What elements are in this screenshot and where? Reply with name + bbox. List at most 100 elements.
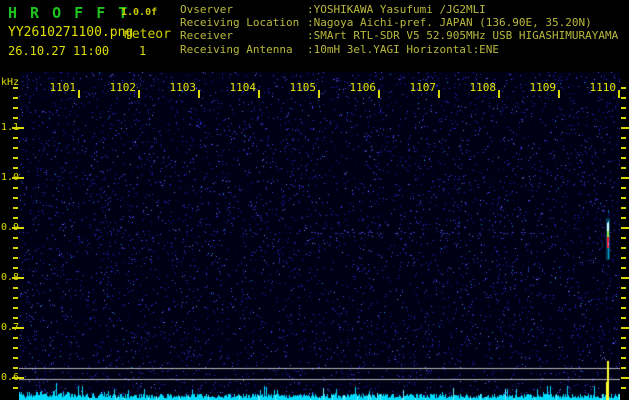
time-tick-label: 1109 (529, 81, 557, 94)
freq-minor-tick-right (621, 337, 626, 339)
freq-minor-tick-left (13, 307, 18, 309)
output-filename: YY2610271100.png (8, 25, 134, 40)
freq-minor-tick-right (621, 197, 626, 199)
freq-minor-tick-left (13, 107, 18, 109)
time-tick (78, 90, 80, 98)
freq-minor-tick-left (13, 147, 18, 149)
freq-major-tick-left (12, 277, 24, 279)
app-version: 1.0.0f (121, 7, 158, 18)
freq-minor-tick-right (621, 247, 626, 249)
time-tick-label: 1110 (589, 81, 617, 94)
freq-minor-tick-left (13, 157, 18, 159)
station-info-label: Receiving Location (180, 16, 300, 30)
freq-minor-tick-right (621, 237, 626, 239)
freq-minor-tick-right (621, 207, 626, 209)
time-tick-label: 1107 (409, 81, 437, 94)
freq-major-tick-left (12, 377, 24, 379)
station-info-value: :YOSHIKAWA Yasufumi /JG2MLI (307, 3, 486, 16)
freq-minor-tick-right (621, 147, 626, 149)
freq-minor-tick-right (621, 217, 626, 219)
freq-minor-tick-right (621, 117, 626, 119)
freq-minor-tick-left (13, 267, 18, 269)
station-info-row: Ovserver :YOSHIKAWA Yasufumi /JG2MLI (180, 3, 618, 16)
time-tick-label: 1101 (49, 81, 77, 94)
freq-minor-tick-left (13, 387, 18, 389)
freq-minor-tick-left (13, 257, 18, 259)
time-tick-label: 1102 (109, 81, 137, 94)
freq-minor-tick-left (13, 97, 18, 99)
app-title: H R O F F T (8, 4, 130, 22)
freq-minor-tick-right (621, 287, 626, 289)
freq-minor-tick-right (621, 97, 626, 99)
time-tick-label: 1104 (229, 81, 257, 94)
mode-label: meteor (124, 27, 171, 42)
time-tick (138, 90, 140, 98)
freq-major-tick-left (12, 177, 24, 179)
hrofft-window: H R O F F T 1.0.0f YY2610271100.png mete… (0, 0, 629, 400)
station-info-row: Receiving Location :Nagoya Aichi-pref. JA… (180, 16, 618, 29)
time-tick (558, 90, 560, 98)
datetime-label: 26.10.27 11:00 (8, 44, 110, 58)
freq-minor-tick-left (13, 337, 18, 339)
freq-minor-tick-right (621, 307, 626, 309)
freq-minor-tick-right (621, 297, 626, 299)
station-info-block: Ovserver:YOSHIKAWA Yasufumi /JG2MLI Recei… (180, 3, 618, 56)
station-info-label: Receiving Antenna (180, 42, 293, 56)
freq-minor-tick-left (13, 167, 18, 169)
station-info-label: Ovserver (180, 3, 233, 16)
time-tick (498, 90, 500, 98)
freq-minor-tick-right (621, 137, 626, 139)
freq-minor-tick-left (13, 197, 18, 199)
freq-major-tick-left (12, 227, 24, 229)
freq-minor-tick-left (13, 297, 18, 299)
freq-minor-tick-left (13, 207, 18, 209)
freq-minor-tick-right (621, 347, 626, 349)
freq-major-tick-right (621, 277, 629, 279)
freq-minor-tick-right (621, 107, 626, 109)
station-info-row: Receiver :SMArt RTL-SDR V5 52.905MHz USB … (180, 29, 618, 42)
freq-minor-tick-right (621, 317, 626, 319)
station-info-value: :10mH 3el.YAGI Horizontal:ENE (307, 42, 500, 56)
echo-count: 1 (139, 44, 147, 58)
freq-minor-tick-right (621, 157, 626, 159)
freq-minor-tick-left (13, 247, 18, 249)
freq-major-tick-right (621, 327, 629, 329)
spectrogram-canvas (19, 72, 620, 400)
time-tick-label: 1105 (289, 81, 317, 94)
time-tick (258, 90, 260, 98)
time-tick-label: 1103 (169, 81, 197, 94)
freq-major-tick-left (12, 127, 24, 129)
station-info-row: Receiving Antenna :10mH 3el.YAGI Horizont… (180, 43, 618, 56)
freq-minor-tick-right (621, 257, 626, 259)
freq-minor-tick-left (13, 117, 18, 119)
station-info-label: Receiver (180, 29, 233, 43)
time-tick (198, 90, 200, 98)
freq-minor-tick-left (13, 217, 18, 219)
freq-minor-tick-left (13, 187, 18, 189)
freq-minor-tick-left (13, 357, 18, 359)
freq-major-tick-right (621, 177, 629, 179)
freq-minor-tick-left (13, 137, 18, 139)
freq-major-tick-left (12, 327, 24, 329)
time-tick (618, 90, 620, 98)
freq-minor-tick-left (13, 347, 18, 349)
time-tick (318, 90, 320, 98)
freq-minor-tick-right (621, 357, 626, 359)
station-info-value: :SMArt RTL-SDR V5 52.905MHz USB HIGASHIM… (307, 29, 619, 43)
station-info-value: :Nagoya Aichi-pref. JAPAN (136.90E, 35.2… (307, 16, 592, 30)
freq-minor-tick-left (13, 237, 18, 239)
freq-major-tick-right (621, 377, 629, 379)
freq-minor-tick-left (13, 317, 18, 319)
freq-minor-tick-right (621, 167, 626, 169)
time-tick-label: 1108 (469, 81, 497, 94)
freq-major-tick-right (621, 227, 629, 229)
freq-minor-tick-right (621, 387, 626, 389)
freq-minor-tick-left (13, 367, 18, 369)
freq-minor-tick-left (13, 87, 18, 89)
freq-major-tick-right (621, 127, 629, 129)
time-tick (378, 90, 380, 98)
freq-minor-tick-right (621, 187, 626, 189)
freq-minor-tick-right (621, 267, 626, 269)
time-tick (438, 90, 440, 98)
freq-minor-tick-left (13, 287, 18, 289)
